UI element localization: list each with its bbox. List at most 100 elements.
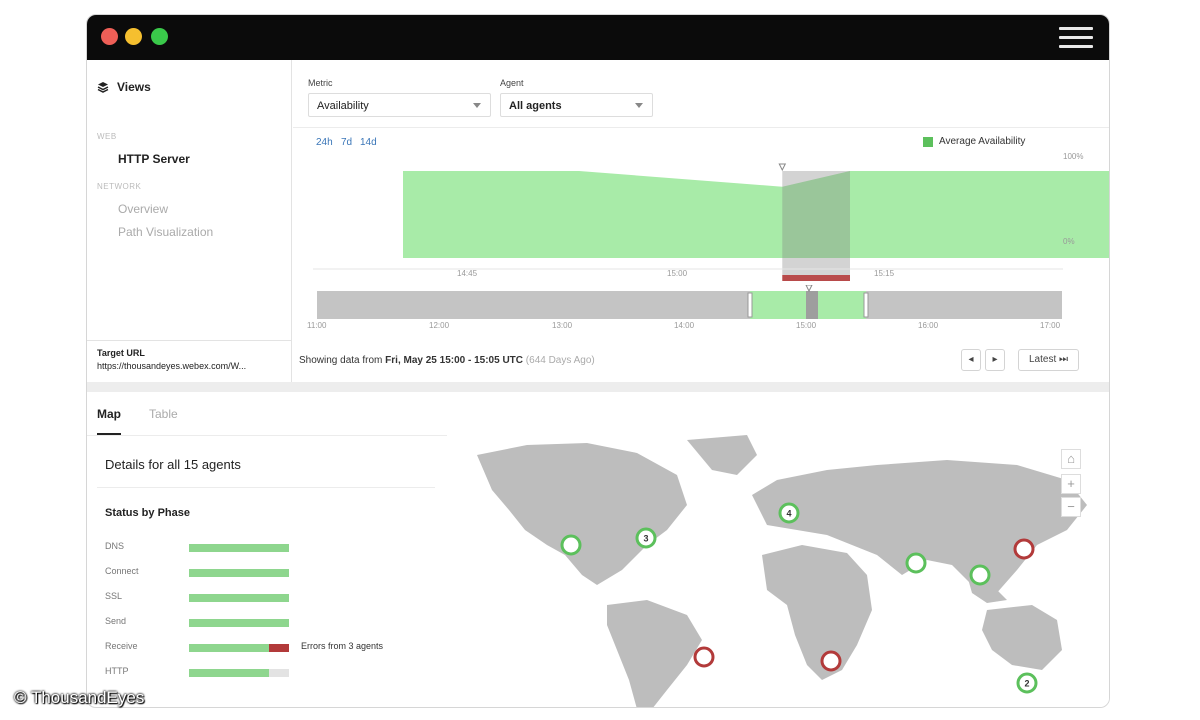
tab-map[interactable]: Map [97,407,121,421]
world-map[interactable]: 3 4 2 ⌂ + − [447,435,1109,707]
views-header: Views [97,80,151,94]
phase-error-fill [269,644,289,652]
maximize-window-dot[interactable] [151,28,168,45]
chevron-down-icon [635,103,643,108]
agent-marker-ok[interactable] [905,552,927,574]
range-pointer-icon[interactable] [778,163,787,172]
world-map-canvas: 3 4 2 [477,435,1087,707]
section-network-label: NETWORK [97,182,142,191]
overview-tick-label: 17:00 [1040,321,1061,330]
detail-tick-label: 14:45 [457,269,478,278]
phase-ok-fill [189,544,289,552]
phase-name: SSL [105,591,123,601]
y-axis-min-label: 0% [1063,237,1075,246]
phase-status-bar [189,644,289,652]
sidebar-item-overview[interactable]: Overview [118,202,168,216]
prev-range-button[interactable]: ◂ [961,349,981,371]
selected-range-overlay[interactable] [782,171,850,275]
phase-row-http: HTTP [105,666,435,680]
agent-marker-ok[interactable] [560,534,582,556]
metric-select[interactable]: Availability [308,93,491,117]
overview-tick-label: 14:00 [674,321,695,330]
data-range-value: Fri, May 25 15:00 - 15:05 UTC [385,355,524,366]
map-zoom-out-button[interactable]: − [1061,497,1081,517]
phase-name: Receive [105,641,138,651]
data-range-prefix: Showing data from [299,355,383,366]
overview-tick-label: 16:00 [918,321,939,330]
overview-tick-label: 15:00 [796,321,817,330]
phase-status-bar [189,669,289,677]
section-separator [87,382,1109,392]
agent-select[interactable]: All agents [500,93,653,117]
status-by-phase-title: Status by Phase [105,507,190,519]
data-range-ago: (644 Days Ago) [525,355,595,366]
phase-ok-fill [189,569,289,577]
overview-tick-label: 13:00 [552,321,573,330]
details-title: Details for all 15 agents [105,457,241,472]
latest-button[interactable]: Latest ⏭ [1018,349,1079,371]
overview-selection [806,291,818,319]
tab-table[interactable]: Table [149,407,178,421]
overview-tick-label: 11:00 [307,321,327,330]
selected-range-marker [782,275,850,281]
overview-tick-label: 12:00 [429,321,450,330]
overview-pointer-icon [805,285,813,293]
divider [293,127,1109,128]
metric-select-value: Availability [317,100,369,112]
phase-name: Connect [105,566,139,576]
title-bar [87,15,1109,60]
app-window: Views WEB HTTP Server NETWORK Overview P… [86,14,1110,708]
agent-label: Agent [500,78,524,88]
y-axis-max-label: 100% [1063,152,1084,161]
overview-handle-left[interactable] [747,292,753,318]
phase-status-bar [189,569,289,577]
stack-icon [97,82,109,93]
phase-ok-fill [189,669,269,677]
phase-row-connect: Connect [105,566,435,580]
agent-marker-error[interactable] [1013,538,1035,560]
australia [982,605,1062,670]
map-zoom-in-button[interactable]: + [1061,474,1081,494]
sidebar-item-http-server[interactable]: HTTP Server [118,152,190,166]
phase-row-ssl: SSL [105,591,435,605]
next-range-button[interactable]: ▸ [985,349,1005,371]
sidebar: Views WEB HTTP Server NETWORK Overview P… [87,60,292,382]
chevron-down-icon [473,103,481,108]
phase-name: DNS [105,541,125,551]
views-title: Views [117,80,151,94]
overview-bar [317,291,1062,319]
agent-select-value: All agents [509,100,562,112]
receive-error-note: Errors from 3 agents [301,641,384,651]
target-url-panel: Target URL https://thousandeyes.webex.co… [87,340,292,382]
overview-handle-right[interactable] [863,292,869,318]
agent-marker-ok[interactable] [969,564,991,586]
agent-marker-error[interactable] [820,650,842,672]
phase-status-bar [189,619,289,627]
close-window-dot[interactable] [101,28,118,45]
availability-chart[interactable] [293,143,1110,293]
phase-name: Send [105,616,127,626]
north-america [477,443,687,585]
target-url-value: https://thousandeyes.webex.com/W... [97,361,247,371]
greenland [687,435,757,475]
data-range-status: Showing data from Fri, May 25 15:00 - 15… [299,355,595,366]
agent-marker-count: 3 [643,534,648,544]
availability-area [403,171,1109,258]
phase-ok-fill [189,644,269,652]
phase-row-receive: Receive Errors from 3 agents [105,641,435,655]
hamburger-menu-icon[interactable] [1059,27,1093,49]
section-web-label: WEB [97,132,117,141]
agent-marker-count: 2 [1024,679,1029,689]
phase-ok-fill [189,594,289,602]
agent-marker-error[interactable] [693,646,715,668]
detail-tick-label: 15:00 [667,269,688,278]
map-reset-button[interactable]: ⌂ [1061,449,1081,469]
agent-marker-count: 4 [786,509,791,519]
minimize-window-dot[interactable] [125,28,142,45]
divider [97,487,435,488]
target-url-label: Target URL [97,348,145,358]
watermark: © ThousandEyes [14,688,145,707]
sidebar-item-path-visualization[interactable]: Path Visualization [118,225,213,239]
overview-timeline[interactable] [293,285,1110,325]
continents [477,435,1087,707]
